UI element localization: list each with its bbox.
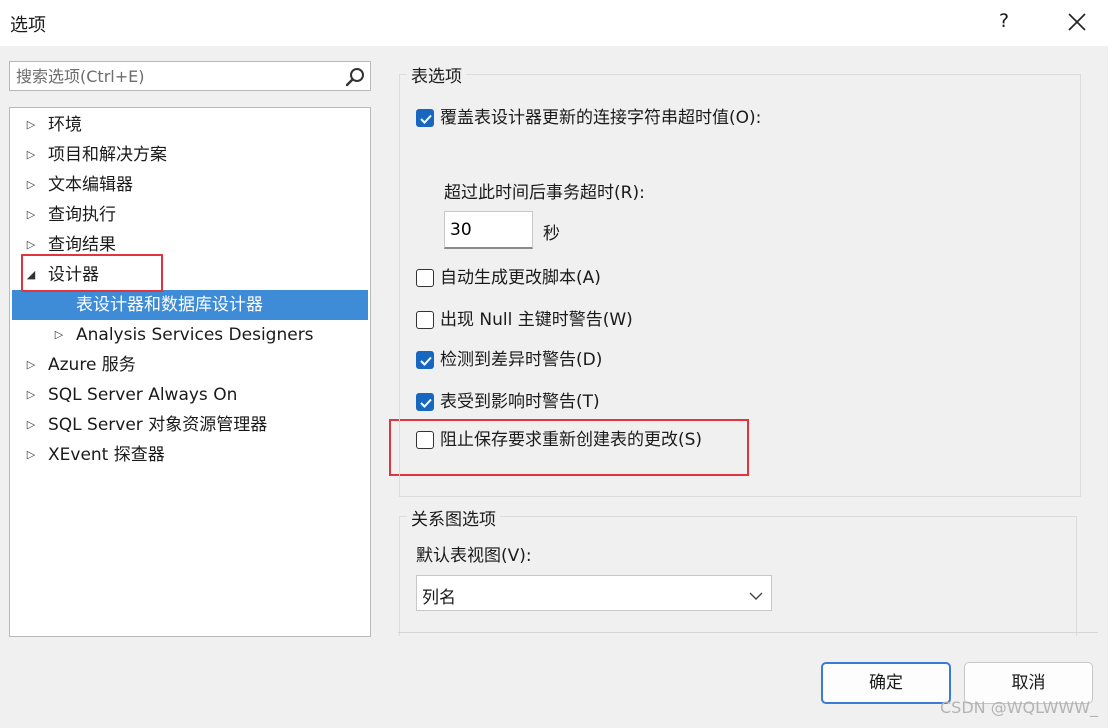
tree-item-object-explorer[interactable]: ▷ SQL Server 对象资源管理器 bbox=[12, 410, 368, 440]
expand-arrow-icon[interactable]: ▷ bbox=[24, 440, 38, 470]
expand-arrow-icon[interactable]: ▷ bbox=[24, 380, 38, 410]
tree-item-table-designers[interactable]: 表设计器和数据库设计器 bbox=[12, 290, 368, 320]
window-title: 选项 bbox=[10, 15, 46, 36]
expand-arrow-icon[interactable]: ▷ bbox=[24, 230, 38, 260]
timeout-unit: 秒 bbox=[543, 224, 560, 244]
expand-arrow-icon[interactable]: ▷ bbox=[24, 110, 38, 140]
override-timeout-label: 覆盖表设计器更新的连接字符串超时值(O): bbox=[440, 108, 762, 128]
tree-item-label: 项目和解决方案 bbox=[48, 145, 167, 165]
timeout-input[interactable] bbox=[444, 211, 533, 249]
tree-item-label: SQL Server Always On bbox=[48, 385, 238, 405]
tree-item-azure[interactable]: ▷ Azure 服务 bbox=[12, 350, 368, 380]
default-view-value: 列名 bbox=[422, 588, 456, 608]
tree-item-label: 设计器 bbox=[48, 265, 99, 285]
title-bar: 选项 ? bbox=[0, 0, 1115, 46]
footer-divider bbox=[398, 632, 1098, 633]
collapse-arrow-icon[interactable]: ◢ bbox=[24, 260, 38, 290]
tree-item-projects[interactable]: ▷ 项目和解决方案 bbox=[12, 140, 368, 170]
expand-arrow-icon[interactable]: ▷ bbox=[52, 320, 66, 350]
ok-button[interactable]: 确定 bbox=[821, 662, 951, 704]
tree-item-label: 文本编辑器 bbox=[48, 175, 133, 195]
close-icon[interactable] bbox=[1064, 6, 1090, 36]
tree-item-label: 表设计器和数据库设计器 bbox=[76, 295, 263, 315]
expand-arrow-icon[interactable]: ▷ bbox=[24, 350, 38, 380]
tree-item-analysis-services[interactable]: ▷ Analysis Services Designers bbox=[12, 320, 368, 350]
prevent-recreate-checkbox[interactable] bbox=[416, 431, 434, 449]
tree-item-text-editor[interactable]: ▷ 文本编辑器 bbox=[12, 170, 368, 200]
tree-item-xevent[interactable]: ▷ XEvent 探查器 bbox=[12, 440, 368, 470]
override-timeout-checkbox[interactable] bbox=[416, 109, 434, 127]
help-button[interactable]: ? bbox=[999, 10, 1009, 32]
tree-item-label: Azure 服务 bbox=[48, 355, 136, 375]
window-edge bbox=[1108, 46, 1115, 728]
expand-arrow-icon[interactable]: ▷ bbox=[24, 140, 38, 170]
tree-item-query-results[interactable]: ▷ 查询结果 bbox=[12, 230, 368, 260]
search-icon[interactable] bbox=[344, 66, 366, 88]
diff-warning-label: 检测到差异时警告(D) bbox=[440, 350, 603, 370]
expand-arrow-icon[interactable]: ▷ bbox=[24, 200, 38, 230]
default-view-select[interactable]: 列名 bbox=[416, 575, 772, 611]
tree-item-always-on[interactable]: ▷ SQL Server Always On bbox=[12, 380, 368, 410]
options-tree: ▷ 环境 ▷ 项目和解决方案 ▷ 文本编辑器 ▷ 查询执行 ▷ 查询结果 ◢ 设… bbox=[9, 107, 371, 637]
tree-item-label: 查询执行 bbox=[48, 205, 116, 225]
tree-item-label: 环境 bbox=[48, 115, 82, 135]
expand-arrow-icon[interactable]: ▷ bbox=[24, 410, 38, 440]
tree-item-environment[interactable]: ▷ 环境 bbox=[12, 110, 368, 140]
diagram-options-title: 关系图选项 bbox=[407, 505, 500, 530]
tree-item-query-execution[interactable]: ▷ 查询执行 bbox=[12, 200, 368, 230]
tree-item-label: Analysis Services Designers bbox=[76, 325, 314, 345]
table-options-title: 表选项 bbox=[407, 62, 466, 87]
tree-item-label: SQL Server 对象资源管理器 bbox=[48, 415, 268, 435]
prevent-recreate-label: 阻止保存要求重新创建表的更改(S) bbox=[440, 430, 703, 450]
affected-warning-label: 表受到影响时警告(T) bbox=[440, 392, 600, 412]
timeout-label: 超过此时间后事务超时(R): bbox=[444, 183, 645, 203]
auto-script-label: 自动生成更改脚本(A) bbox=[440, 268, 601, 288]
affected-warning-checkbox[interactable] bbox=[416, 393, 434, 411]
diff-warning-checkbox[interactable] bbox=[416, 351, 434, 369]
watermark: CSDN @WQLWWW_ bbox=[940, 698, 1099, 717]
tree-item-label: 查询结果 bbox=[48, 235, 116, 255]
null-warning-checkbox[interactable] bbox=[416, 311, 434, 329]
search-box bbox=[9, 61, 371, 91]
search-input[interactable] bbox=[10, 62, 340, 90]
tree-item-label: XEvent 探查器 bbox=[48, 445, 165, 465]
tree-item-designers[interactable]: ◢ 设计器 bbox=[12, 260, 368, 290]
null-warning-label: 出现 Null 主键时警告(W) bbox=[440, 310, 633, 330]
auto-script-checkbox[interactable] bbox=[416, 269, 434, 287]
default-view-label: 默认表视图(V): bbox=[416, 546, 532, 566]
chevron-down-icon[interactable] bbox=[749, 587, 763, 607]
expand-arrow-icon[interactable]: ▷ bbox=[24, 170, 38, 200]
